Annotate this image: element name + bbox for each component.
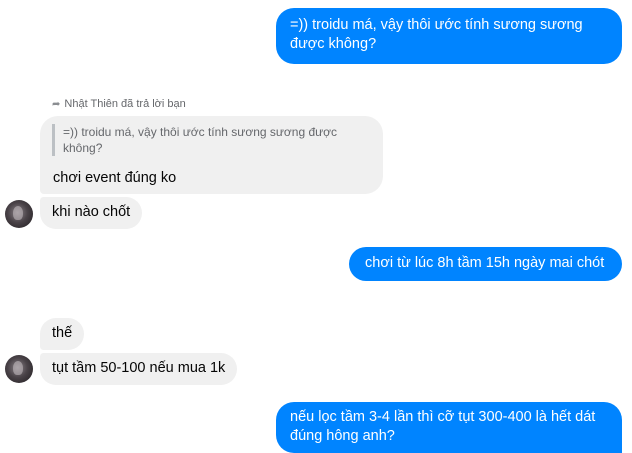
reply-indicator-text: Nhật Thiên đã trả lời bạn: [64, 98, 186, 110]
message-text-line: đúng hông anh?: [290, 428, 395, 444]
contact-avatar[interactable]: [5, 200, 33, 228]
contact-avatar[interactable]: [5, 355, 33, 383]
quoted-message: =)) troidu má, vậy thôi ước tính sương s…: [52, 124, 353, 156]
message-text: chơi event đúng ko: [53, 170, 177, 186]
reply-indicator: ➦ Nhật Thiên đã trả lời bạn: [52, 98, 186, 110]
message-text: thế: [52, 325, 73, 341]
outgoing-message[interactable]: nếu lọc tầm 3-4 lần thì cỡ tụt 300-400 l…: [276, 402, 622, 453]
message-text: tụt tầm 50-100 nếu mua 1k: [52, 360, 226, 376]
message-text: khi nào chốt: [52, 204, 131, 220]
message-text: chơi từ lúc 8h tầm 15h ngày mai chót: [365, 255, 605, 271]
reply-arrow-icon: ➦: [52, 98, 61, 110]
outgoing-message[interactable]: =)) troidu má, vậy thôi ước tính sương s…: [276, 8, 622, 64]
message-text-line: nếu lọc tầm 3-4 lần thì cỡ tụt 300-400 l…: [290, 409, 596, 425]
incoming-message[interactable]: khi nào chốt: [40, 197, 143, 229]
incoming-message[interactable]: thế: [40, 318, 85, 350]
outgoing-message[interactable]: chơi từ lúc 8h tầm 15h ngày mai chót: [349, 247, 622, 281]
incoming-message[interactable]: tụt tầm 50-100 nếu mua 1k: [40, 353, 238, 385]
message-text-line: =)) troidu má, vậy thôi ước tính sương s…: [290, 17, 583, 33]
message-text-line: được không?: [290, 36, 377, 52]
